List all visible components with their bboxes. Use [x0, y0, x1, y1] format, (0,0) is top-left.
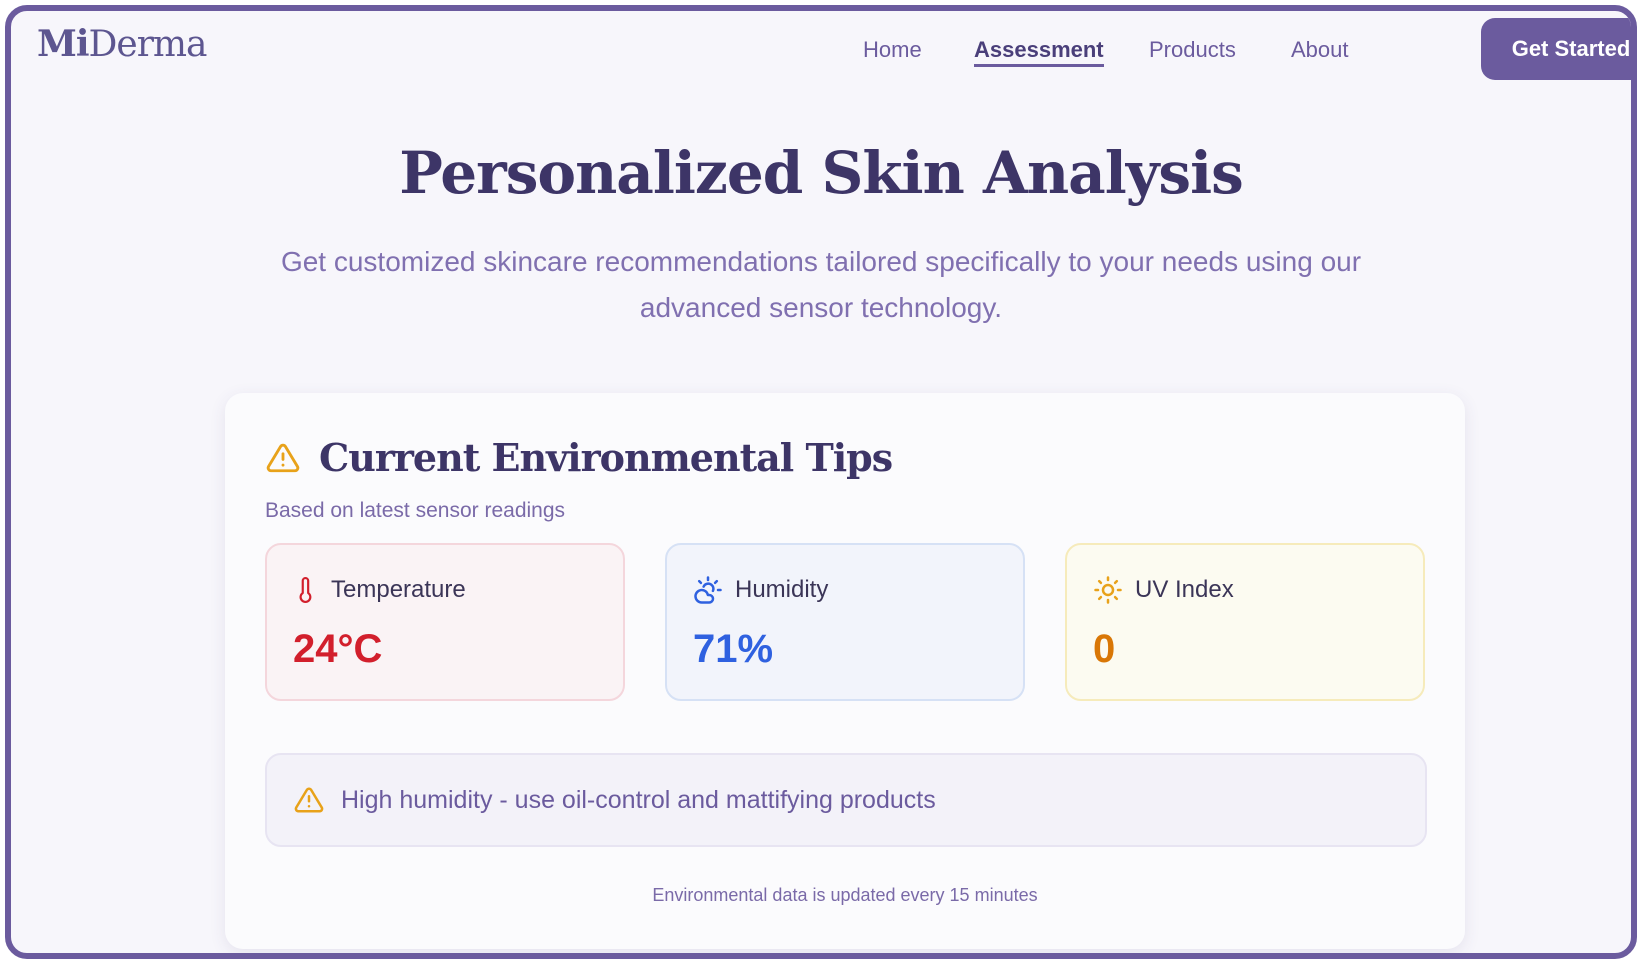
nav-about[interactable]: About — [1291, 37, 1349, 63]
nav-home[interactable]: Home — [863, 37, 922, 63]
tip-text: High humidity - use oil-control and matt… — [341, 785, 936, 814]
humidity-metric: Humidity 71% — [665, 543, 1025, 701]
app-window: MiDerma Home Assessment Products About G… — [5, 5, 1637, 959]
metric-label: Temperature — [331, 576, 466, 603]
metric-label: UV Index — [1135, 576, 1234, 603]
humidity-value: 71% — [693, 627, 774, 671]
humidity-tip-alert: High humidity - use oil-control and matt… — [265, 753, 1427, 847]
temperature-value: 24°C — [293, 627, 383, 671]
page-title: Personalized Skin Analysis — [399, 139, 1244, 207]
card-title: Current Environmental Tips — [319, 435, 893, 480]
update-footnote: Environmental data is updated every 15 m… — [652, 885, 1038, 905]
thermometer-icon — [293, 575, 319, 605]
temperature-metric: Temperature 24°C — [265, 543, 625, 701]
get-started-button[interactable]: Get Started — [1481, 18, 1631, 80]
nav-products[interactable]: Products — [1149, 37, 1236, 63]
metric-label: Humidity — [735, 576, 829, 603]
uv-index-value: 0 — [1093, 627, 1116, 671]
warning-icon — [293, 785, 325, 815]
card-header: Current Environmental Tips — [265, 435, 893, 480]
nav-assessment[interactable]: Assessment — [974, 37, 1104, 67]
cloud-sun-icon — [693, 575, 723, 605]
logo-prefix: Mi — [37, 23, 90, 65]
page-subtitle: Get customized skincare recommendations … — [280, 246, 1362, 323]
environmental-tips-card: Current Environmental Tips Based on late… — [225, 393, 1465, 949]
uv-index-metric: UV Index 0 — [1065, 543, 1425, 701]
logo-suffix: Derma — [88, 24, 208, 65]
logo[interactable]: MiDerma — [37, 23, 208, 65]
card-subtitle: Based on latest sensor readings — [265, 499, 566, 522]
sun-icon — [1093, 575, 1123, 605]
warning-icon — [265, 441, 301, 475]
